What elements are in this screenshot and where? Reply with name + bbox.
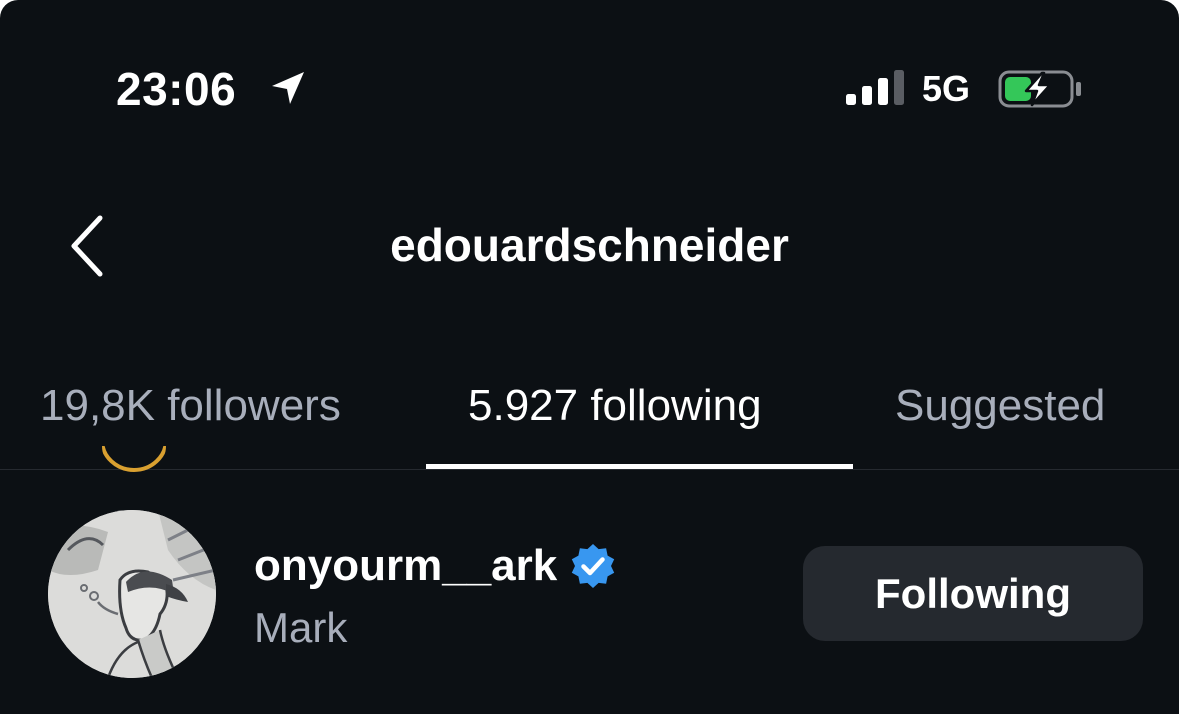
cellular-signal-icon [846, 70, 904, 105]
display-name: Mark [254, 604, 348, 651]
battery-charging-icon [998, 70, 1081, 108]
avatar[interactable] [48, 510, 216, 678]
verified-badge-icon [572, 544, 615, 588]
profile-username-title: edouardschneider [390, 219, 789, 271]
tab-following[interactable]: 5.927 following [468, 378, 762, 434]
tabs-divider [0, 469, 1179, 470]
username-row: onyourm__ark [254, 538, 617, 594]
tab-suggested[interactable]: Suggested [895, 378, 1105, 434]
username[interactable]: onyourm__ark [254, 538, 557, 594]
location-arrow-icon [272, 72, 304, 104]
following-button[interactable]: Following [803, 546, 1143, 641]
status-time: 23:06 [116, 63, 237, 115]
tab-followers[interactable]: 19,8K followers [40, 378, 341, 434]
app-screen: 23:06 5G edouardschneider 19,8K follower… [0, 0, 1179, 714]
network-type-label: 5G [922, 68, 971, 109]
